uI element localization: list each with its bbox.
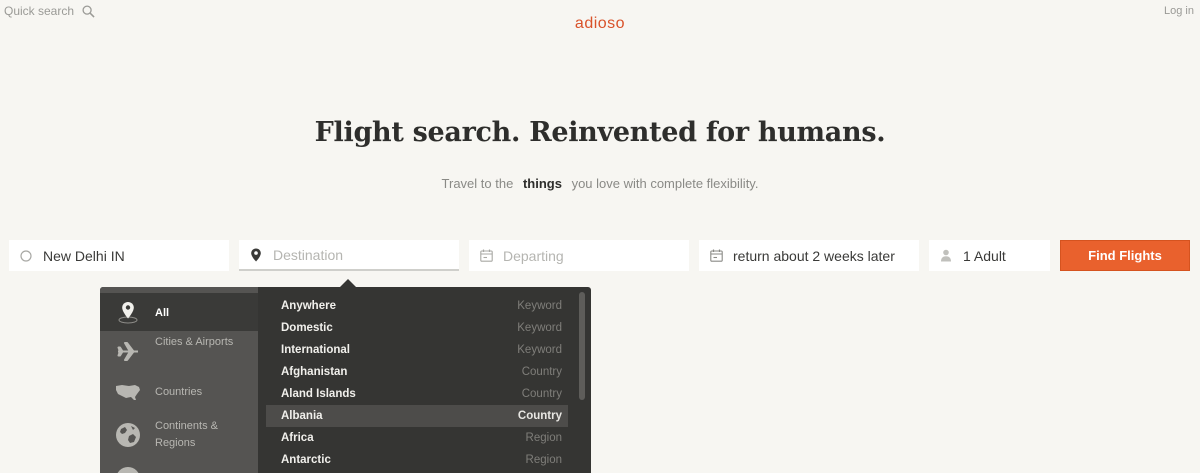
result-row[interactable]: Afghanistan Country	[266, 361, 568, 383]
globe-icon	[114, 421, 142, 449]
category-more[interactable]	[100, 463, 258, 473]
departing-placeholder: Departing	[503, 247, 564, 264]
radio-circle-icon	[19, 249, 33, 263]
result-name: Aland Islands	[281, 388, 356, 400]
result-row[interactable]: Africa Region	[266, 427, 568, 449]
origin-value: New Delhi IN	[43, 247, 125, 264]
calendar-icon	[709, 249, 723, 263]
passengers-field[interactable]: 1 Adult	[929, 240, 1050, 271]
result-row[interactable]: Anywhere Keyword	[266, 295, 568, 317]
result-type: Keyword	[517, 344, 562, 356]
result-name: Albania	[281, 410, 323, 422]
results-list: Anywhere Keyword Domestic Keyword Internat…	[266, 295, 568, 471]
result-name: Anywhere	[281, 300, 336, 312]
category-continents-regions[interactable]: Continents & Regions	[100, 415, 258, 455]
result-type: Country	[521, 388, 562, 400]
result-row[interactable]: Aland Islands Country	[266, 383, 568, 405]
destination-field[interactable]: Destination	[239, 240, 459, 271]
tagline-start: Travel to the	[441, 176, 514, 191]
tagline-end: you love with complete flexibility.	[571, 176, 759, 191]
logo[interactable]: adioso	[0, 15, 1200, 33]
destination-placeholder: Destination	[273, 246, 344, 263]
result-type: Country	[521, 366, 562, 378]
category-countries[interactable]: Countries	[100, 377, 258, 407]
result-name: Africa	[281, 432, 314, 444]
flight-search-bar: New Delhi IN Destination Departing retur…	[0, 240, 1200, 271]
destination-dropdown: All Cities & Airports Countries Continen…	[100, 287, 591, 473]
calendar-icon	[479, 249, 493, 263]
results-scrollbar[interactable]	[579, 292, 585, 400]
result-row[interactable]: Domestic Keyword	[266, 317, 568, 339]
usa-map-icon	[114, 378, 142, 406]
category-label: Cities & Airports	[155, 336, 234, 348]
category-cities-airports[interactable]: Cities & Airports	[100, 331, 258, 371]
result-type: Keyword	[517, 300, 562, 312]
map-pin-icon	[249, 248, 263, 262]
find-flights-button[interactable]: Find Flights	[1060, 240, 1190, 271]
result-type: Region	[525, 454, 562, 466]
tagline-highlight[interactable]: things	[517, 176, 568, 191]
return-value: return about 2 weeks later	[733, 247, 895, 264]
map-pin-icon	[114, 298, 142, 326]
top-bar: Quick search adioso Log in	[0, 0, 1200, 32]
departing-field[interactable]: Departing	[469, 240, 689, 271]
airplane-icon	[114, 337, 142, 365]
result-name: International	[281, 344, 351, 356]
globe-icon	[114, 465, 142, 473]
result-row[interactable]: Antarctic Region	[266, 449, 568, 471]
category-label: All	[155, 307, 170, 319]
result-name: Afghanistan	[281, 366, 348, 378]
result-type: Keyword	[517, 322, 562, 334]
category-all[interactable]: All	[100, 293, 258, 331]
tagline: Travel to the things you love with compl…	[0, 176, 1200, 191]
passengers-value: 1 Adult	[963, 247, 1006, 264]
category-label: Countries	[155, 386, 203, 398]
result-name: Antarctic	[281, 454, 331, 466]
result-type: Region	[525, 432, 562, 444]
category-sidebar: All Cities & Airports Countries Continen…	[100, 287, 258, 473]
return-field[interactable]: return about 2 weeks later	[699, 240, 919, 271]
result-row[interactable]: International Keyword	[266, 339, 568, 361]
page-headline: Flight search. Reinvented for humans.	[314, 117, 886, 148]
origin-field[interactable]: New Delhi IN	[9, 240, 229, 271]
person-icon	[939, 249, 953, 263]
result-type: Country	[517, 410, 562, 422]
category-label: Continents & Regions	[155, 420, 218, 449]
result-row-selected[interactable]: Albania Country	[266, 405, 568, 427]
result-name: Domestic	[281, 322, 333, 334]
login-link[interactable]: Log in	[1164, 5, 1194, 17]
